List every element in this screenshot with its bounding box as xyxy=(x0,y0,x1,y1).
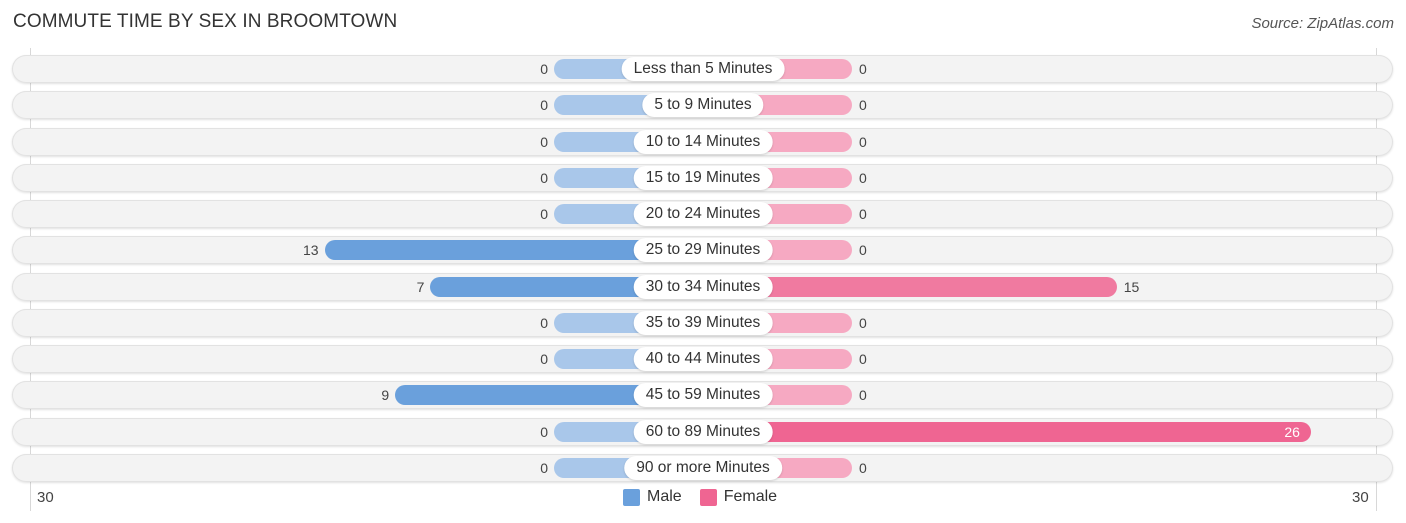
category-label: 25 to 29 Minutes xyxy=(633,238,773,263)
chart-title: COMMUTE TIME BY SEX IN BROOMTOWN xyxy=(13,11,398,32)
value-label-female: 0 xyxy=(859,206,867,222)
category-label: 5 to 9 Minutes xyxy=(642,93,764,118)
category-label: Less than 5 Minutes xyxy=(621,57,785,81)
legend-swatch-male xyxy=(623,488,640,506)
value-label-male: 0 xyxy=(540,314,548,331)
category-label: 15 to 19 Minutes xyxy=(633,165,773,190)
legend-item-male[interactable]: Male xyxy=(623,488,682,506)
category-label: 30 to 34 Minutes xyxy=(633,274,773,299)
legend-item-female[interactable]: Female xyxy=(699,488,778,506)
value-label-male: 13 xyxy=(302,242,319,259)
value-label-male: 0 xyxy=(540,351,548,367)
category-label: 20 to 24 Minutes xyxy=(633,202,773,226)
value-label-female: 0 xyxy=(859,314,867,331)
value-label-male: 0 xyxy=(540,97,548,114)
legend: Male Female xyxy=(623,488,795,506)
category-label: 90 or more Minutes xyxy=(624,455,782,480)
value-label-female: 0 xyxy=(859,133,867,150)
value-label-male: 0 xyxy=(540,133,548,150)
value-label-male: 9 xyxy=(381,387,390,404)
legend-label-female: Female xyxy=(723,488,778,505)
legend-swatch-female xyxy=(699,488,717,506)
value-label-male: 0 xyxy=(540,459,548,476)
axis-label-right: 30 xyxy=(1352,489,1369,506)
value-label-male: 0 xyxy=(540,61,548,77)
value-label-female: 0 xyxy=(859,61,867,77)
value-label-female: 0 xyxy=(859,97,867,114)
legend-label-male: Male xyxy=(647,488,682,505)
value-label-male: 0 xyxy=(540,423,548,440)
value-label-female: 0 xyxy=(859,387,867,404)
value-label-female: 15 xyxy=(1123,278,1140,295)
category-label: 35 to 39 Minutes xyxy=(633,310,773,335)
value-label-male: 0 xyxy=(540,206,548,222)
value-label-female: 0 xyxy=(859,169,867,186)
source-label: Source: ZipAtlas.com xyxy=(1251,15,1394,32)
category-label: 45 to 59 Minutes xyxy=(633,383,773,408)
value-label-female: 0 xyxy=(859,459,867,476)
category-label: 60 to 89 Minutes xyxy=(633,419,773,444)
value-label-female: 26 xyxy=(1284,423,1300,440)
category-label: 10 to 14 Minutes xyxy=(633,129,773,154)
value-label-male: 0 xyxy=(540,169,548,186)
bar-female[interactable] xyxy=(703,421,1311,442)
value-label-female: 0 xyxy=(859,242,867,259)
value-label-female: 0 xyxy=(859,351,867,367)
value-label-male: 7 xyxy=(416,278,425,295)
category-label: 40 to 44 Minutes xyxy=(633,347,773,371)
axis-label-left: 30 xyxy=(37,489,54,506)
